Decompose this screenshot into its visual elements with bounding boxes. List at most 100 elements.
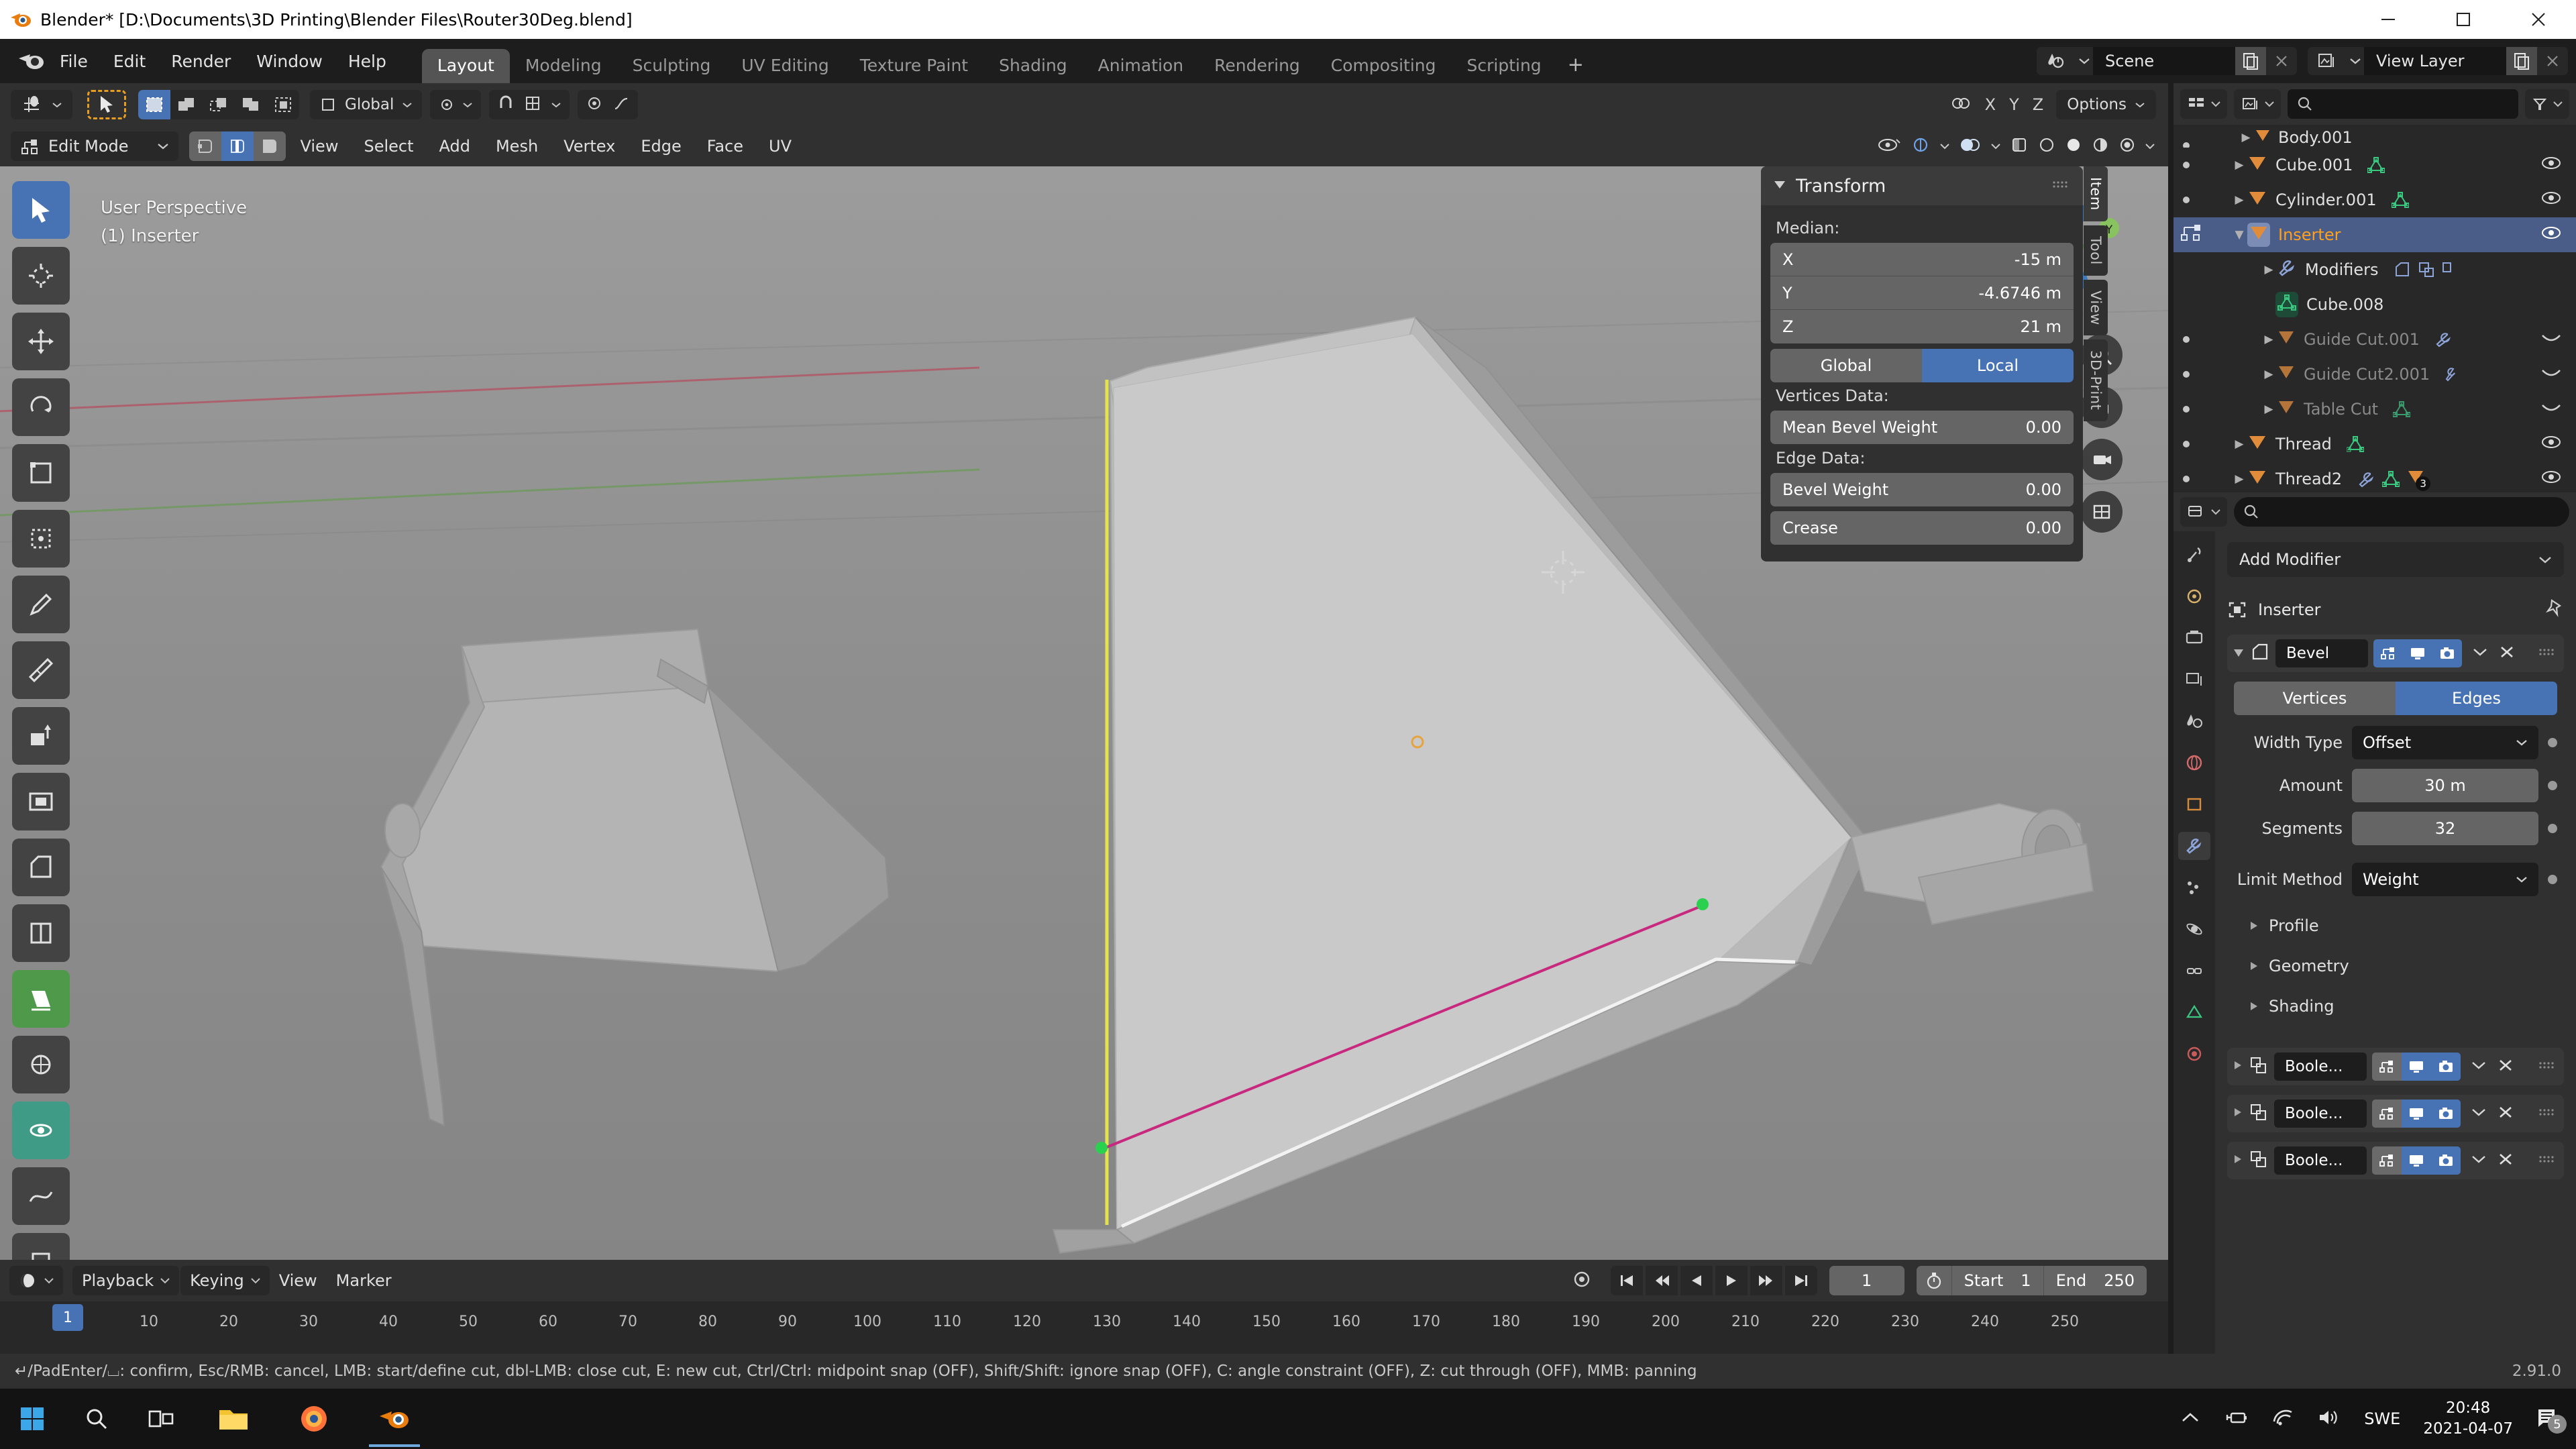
- modifier-name-boolean-1[interactable]: Boole...: [2274, 1053, 2367, 1081]
- jump-to-end-button[interactable]: [1784, 1266, 1817, 1295]
- play-reverse-button[interactable]: [1680, 1266, 1713, 1295]
- edit-mode-display-toggle[interactable]: [2372, 1099, 2402, 1128]
- modifier-header-boolean-3[interactable]: Boole...: [2227, 1142, 2564, 1179]
- properties-tab-object[interactable]: [2178, 790, 2210, 818]
- animate-property-dot[interactable]: [2548, 781, 2557, 790]
- render-display-toggle[interactable]: [2431, 1053, 2461, 1081]
- realtime-display-toggle[interactable]: [2402, 1099, 2431, 1128]
- properties-tab-view-layer[interactable]: [2178, 665, 2210, 694]
- tool-inset-button[interactable]: [12, 773, 70, 830]
- row-restrict-select-dot[interactable]: [2183, 476, 2190, 482]
- select-set-icon[interactable]: [138, 90, 170, 119]
- transform-orientation-dropdown[interactable]: Global: [310, 90, 423, 119]
- magnet-icon[interactable]: [497, 95, 515, 115]
- tool-annotate-button[interactable]: [12, 576, 70, 633]
- bevel-subpanel-profile[interactable]: Profile: [2234, 906, 2557, 946]
- visibility-eye-icon[interactable]: [2541, 191, 2561, 209]
- properties-editor-type-selector[interactable]: [2180, 497, 2227, 527]
- proportional-edit-icon[interactable]: [586, 95, 603, 115]
- modifier-drag-handle-icon[interactable]: [2538, 647, 2556, 660]
- workspace-tab-modeling[interactable]: Modeling: [510, 49, 617, 83]
- expand-triangle-icon[interactable]: [2249, 957, 2259, 975]
- xray-toggle-icon[interactable]: [2010, 136, 2029, 156]
- local-space-button[interactable]: Local: [1922, 349, 2074, 382]
- expand-triangle-icon[interactable]: [2249, 997, 2259, 1016]
- start-button[interactable]: [0, 1389, 64, 1449]
- scene-selector[interactable]: Scene: [2037, 47, 2297, 75]
- row-restrict-select-dot[interactable]: [2183, 336, 2190, 343]
- shading-wireframe-icon[interactable]: [2038, 136, 2055, 156]
- median-z-field[interactable]: Z 21 m: [1770, 310, 2074, 343]
- bevel-affect-vertices-button[interactable]: Vertices: [2234, 682, 2396, 715]
- modifier-name-boolean-3[interactable]: Boole...: [2274, 1146, 2367, 1175]
- properties-tab-constraints[interactable]: [2178, 957, 2210, 985]
- sidebar-tab-item[interactable]: Item: [2084, 166, 2108, 221]
- median-x-field[interactable]: X -15 m: [1770, 243, 2074, 276]
- view-layer-selector[interactable]: View Layer: [2308, 47, 2568, 75]
- select-invert-icon[interactable]: [235, 90, 267, 119]
- shading-solid-icon[interactable]: [2065, 136, 2082, 156]
- visibility-eye-icon[interactable]: [2541, 156, 2561, 174]
- panel-collapse-triangle-icon[interactable]: [1773, 179, 1786, 193]
- search-button[interactable]: [64, 1389, 129, 1449]
- properties-tab-output[interactable]: [2178, 624, 2210, 652]
- shading-material-icon[interactable]: [2092, 136, 2109, 156]
- mean-bevel-weight-field[interactable]: Mean Bevel Weight 0.00: [1770, 411, 2074, 444]
- delete-view-layer-icon[interactable]: [2537, 47, 2568, 75]
- select-intersect-icon[interactable]: [267, 90, 299, 119]
- expand-triangle-icon[interactable]: ▶: [2261, 333, 2277, 346]
- modifier-delete-icon[interactable]: [2498, 644, 2516, 663]
- jump-to-start-button[interactable]: [1610, 1266, 1643, 1295]
- timeline-keying-menu[interactable]: Keying: [180, 1266, 270, 1295]
- outliner-row-cube-008[interactable]: Cube.008: [2174, 287, 2576, 322]
- expand-triangle-icon[interactable]: [2249, 916, 2259, 935]
- timeline-playhead[interactable]: 1: [52, 1304, 83, 1331]
- tool-scale-button[interactable]: [12, 444, 70, 502]
- expand-triangle-icon[interactable]: ▶: [2261, 263, 2277, 276]
- properties-tab-material[interactable]: [2178, 1040, 2210, 1068]
- bevel-limit-method-dropdown[interactable]: Weight: [2352, 863, 2538, 896]
- select-subtract-icon[interactable]: [203, 90, 235, 119]
- workspace-tab-animation[interactable]: Animation: [1083, 49, 1199, 83]
- collapse-triangle-icon[interactable]: [2233, 647, 2245, 660]
- tool-move-button[interactable]: [12, 313, 70, 370]
- expand-triangle-icon[interactable]: ▶: [2231, 472, 2247, 486]
- timeline-view-menu[interactable]: View: [270, 1267, 327, 1294]
- outliner-row-thread2[interactable]: ▶ Thread2 3: [2174, 462, 2576, 496]
- tool-cursor-button[interactable]: [12, 247, 70, 305]
- realtime-display-toggle[interactable]: [2402, 1053, 2431, 1081]
- edge-select-mode-icon[interactable]: [221, 131, 254, 161]
- shading-rendered-icon[interactable]: [2118, 136, 2136, 156]
- row-restrict-select-dot[interactable]: [2183, 142, 2190, 148]
- bevel-amount-value[interactable]: 30 m: [2352, 769, 2538, 802]
- timeline-marker-menu[interactable]: Marker: [327, 1267, 401, 1294]
- viewport-menu-uv[interactable]: UV: [758, 133, 802, 160]
- modifier-delete-icon[interactable]: [2497, 1057, 2514, 1076]
- options-dropdown[interactable]: Options: [2056, 90, 2156, 119]
- modifier-header-boolean-1[interactable]: Boole...: [2227, 1048, 2564, 1085]
- visibility-eye-icon[interactable]: [2541, 435, 2561, 453]
- tray-expand-chevron-up-icon[interactable]: [2180, 1410, 2200, 1428]
- properties-tab-particles[interactable]: [2178, 873, 2210, 902]
- tool-tweak-button[interactable]: [12, 181, 70, 239]
- taskbar-app-file-explorer[interactable]: [193, 1389, 274, 1449]
- outliner-row-body-001[interactable]: ▶ Body.001: [2174, 127, 2576, 148]
- modifier-delete-icon[interactable]: [2497, 1151, 2514, 1170]
- expand-triangle-icon[interactable]: ▶: [2238, 131, 2254, 144]
- timeline-ruler[interactable]: 1 10 20 30 40 50 60 70 80 90 100 110 120…: [0, 1301, 2168, 1354]
- viewport-menu-add[interactable]: Add: [429, 133, 481, 160]
- workspace-tab-layout[interactable]: Layout: [421, 49, 510, 83]
- outliner-row-guide-cut-001[interactable]: ▶ Guide Cut.001: [2174, 322, 2576, 357]
- tool-bevel-button[interactable]: [12, 839, 70, 896]
- input-language-indicator[interactable]: SWE: [2364, 1409, 2400, 1428]
- edit-mode-display-toggle[interactable]: [2373, 639, 2403, 667]
- active-tool-cursor-icon[interactable]: [87, 90, 126, 119]
- axis-x-label[interactable]: X: [1980, 95, 2000, 114]
- workspace-tab-scripting[interactable]: Scripting: [1452, 49, 1557, 83]
- overlays-visibility-icon[interactable]: [1949, 94, 1972, 115]
- modifier-extras-chevron-down-icon[interactable]: [2470, 1152, 2487, 1169]
- viewport-menu-face[interactable]: Face: [696, 133, 754, 160]
- visibility-eye-icon[interactable]: [2541, 470, 2561, 488]
- expand-triangle-icon[interactable]: ▶: [2261, 368, 2277, 381]
- taskbar-app-blender[interactable]: [354, 1389, 435, 1449]
